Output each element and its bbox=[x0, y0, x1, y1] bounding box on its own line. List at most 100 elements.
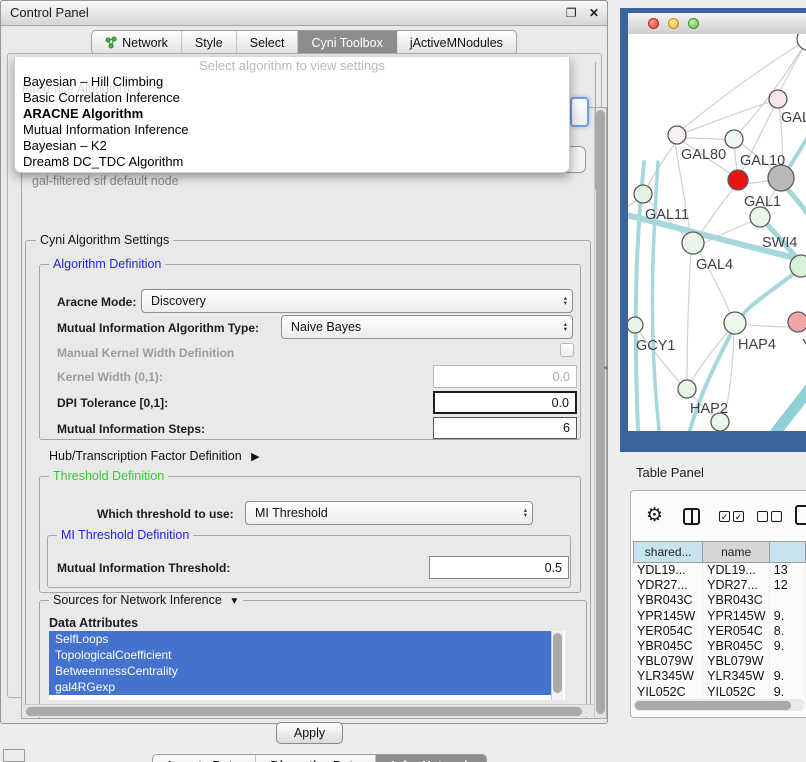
column-header-shared[interactable]: shared... bbox=[633, 541, 703, 563]
table-cell: 13 bbox=[770, 563, 806, 578]
cyni-settings-title: Cyni Algorithm Settings bbox=[36, 233, 173, 247]
network-node-gal11[interactable] bbox=[634, 185, 652, 203]
table-cell bbox=[770, 654, 806, 669]
mi-threshold-input[interactable] bbox=[429, 556, 569, 579]
tab-discretize-data[interactable]: Discretize Data bbox=[256, 755, 377, 762]
stepper-icon: ▴▾ bbox=[564, 322, 567, 332]
table-row[interactable]: YBR045CYBR045C9. bbox=[633, 639, 806, 654]
algorithm-option-dream8-dc-tdc-algorithm[interactable]: Dream8 DC_TDC Algorithm bbox=[15, 154, 569, 170]
split-pane-collapse-icon[interactable]: ◂ bbox=[603, 362, 608, 373]
attribute-item-selfloops[interactable]: SelfLoops bbox=[49, 631, 551, 647]
attribute-item-betweennesscentrality[interactable]: BetweennessCentrality bbox=[49, 663, 551, 679]
split-column-icon[interactable] bbox=[683, 508, 700, 525]
deselect-all-checks-icon[interactable] bbox=[757, 511, 782, 522]
network-icon bbox=[105, 36, 117, 49]
data-attributes-list[interactable]: SelfLoopsTopologicalCoefficientBetweenne… bbox=[49, 631, 565, 700]
table-cell bbox=[770, 593, 806, 608]
dpi-tolerance-input[interactable] bbox=[433, 391, 577, 414]
network-node-swi4[interactable] bbox=[750, 207, 770, 227]
zoom-traffic-light-icon[interactable] bbox=[688, 18, 699, 29]
tab-cyni-toolbox[interactable]: Cyni Toolbox bbox=[298, 31, 396, 54]
network-node-gal4[interactable] bbox=[682, 232, 704, 254]
close-traffic-light-icon[interactable] bbox=[648, 18, 659, 29]
table-row[interactable]: YIL052CYIL052C9. bbox=[633, 685, 806, 700]
algorithm-option-bayesian-k2[interactable]: Bayesian – K2 bbox=[15, 138, 569, 154]
apply-button[interactable]: Apply bbox=[276, 722, 343, 744]
table-cell: YDR27... bbox=[703, 578, 770, 593]
column-header-col2[interactable] bbox=[770, 541, 806, 563]
corner-widget-icon[interactable] bbox=[3, 749, 25, 762]
group-border-fragment bbox=[595, 62, 596, 190]
table-horizontal-scrollbar[interactable] bbox=[633, 699, 805, 711]
table-cell: YER054C bbox=[633, 624, 703, 639]
table-mode-icon[interactable] bbox=[795, 505, 806, 525]
aracne-mode-label: Aracne Mode: bbox=[57, 295, 136, 309]
tab-network[interactable]: Network bbox=[92, 31, 182, 54]
network-node[interactable] bbox=[797, 34, 806, 50]
aracne-mode-select[interactable]: Discovery ▴▾ bbox=[141, 289, 573, 313]
network-canvas[interactable]: GALGAL80GAL10GAL1GAL11SWI4GAL4GCY1HAP4YH… bbox=[628, 34, 806, 431]
mi-type-select[interactable]: Naive Bayes ▴▾ bbox=[281, 315, 573, 339]
algorithm-option-aracne-algorithm[interactable]: ARACNE Algorithm bbox=[15, 106, 569, 122]
algorithm-option-mutual-information-inference[interactable]: Mutual Information Inference bbox=[15, 122, 569, 138]
network-node-y[interactable] bbox=[788, 312, 806, 332]
mi-steps-input[interactable] bbox=[433, 417, 577, 439]
network-node-gcy1[interactable] bbox=[628, 317, 643, 333]
settings-vertical-scrollbar[interactable] bbox=[594, 108, 606, 718]
network-window-titlebar[interactable] bbox=[628, 13, 806, 35]
table-cell: 9. bbox=[770, 609, 806, 624]
table-cell: YDL19... bbox=[703, 563, 770, 578]
network-node-gal1[interactable] bbox=[728, 170, 748, 190]
network-node-gal80[interactable] bbox=[668, 126, 686, 144]
settings-horizontal-scrollbar[interactable] bbox=[23, 704, 594, 717]
minimize-traffic-light-icon[interactable] bbox=[668, 18, 679, 29]
kernel-width-input[interactable] bbox=[433, 365, 577, 388]
tab-label: Cyni Toolbox bbox=[311, 36, 382, 50]
tab-select[interactable]: Select bbox=[237, 31, 299, 54]
select-all-checks-icon[interactable]: ✓✓ bbox=[719, 511, 744, 522]
table-row[interactable]: YLR345WYLR345W9. bbox=[633, 669, 806, 684]
table-row[interactable]: YBL079WYBL079W bbox=[633, 654, 806, 669]
close-icon[interactable]: ✕ bbox=[589, 6, 599, 20]
tab-label: Network bbox=[122, 36, 168, 50]
network-node[interactable] bbox=[790, 255, 806, 277]
stepper-icon: ▴▾ bbox=[564, 296, 567, 306]
hub-definition-toggle[interactable]: Hub/Transcription Factor Definition ▶ bbox=[49, 449, 260, 463]
network-node-hap2[interactable] bbox=[678, 380, 696, 398]
table-row[interactable]: YDR27...YDR27...12 bbox=[633, 578, 806, 593]
tab-style[interactable]: Style bbox=[182, 31, 237, 54]
network-node-hap4[interactable] bbox=[724, 312, 746, 334]
gear-icon[interactable]: ⚙ bbox=[646, 504, 663, 527]
sources-title[interactable]: Sources for Network Inference ▼ bbox=[49, 593, 243, 607]
algorithm-option-basic-correlation-inference[interactable]: Basic Correlation Inference bbox=[15, 90, 569, 106]
threshold-definition-title: Threshold Definition bbox=[49, 469, 168, 483]
algorithm-option-bayesian-hill-climbing[interactable]: Bayesian – Hill Climbing bbox=[15, 74, 569, 90]
network-edge bbox=[646, 142, 676, 189]
attribute-item-gal4rgexp[interactable]: gal4RGexp bbox=[49, 679, 551, 695]
float-icon[interactable]: ❐ bbox=[566, 6, 577, 20]
table-cell: YBR045C bbox=[703, 639, 770, 654]
table-row[interactable]: YPR145WYPR145W9. bbox=[633, 609, 806, 624]
control-panel-titlebar: Control Panel ❐ ✕ bbox=[1, 1, 607, 26]
network-node-gal[interactable] bbox=[769, 90, 787, 108]
table-row[interactable]: YBR043CYBR043C bbox=[633, 593, 806, 608]
tab-jactivemnodules[interactable]: jActiveMNodules bbox=[397, 31, 516, 54]
tab-infer-network[interactable]: Infer Network bbox=[376, 755, 486, 762]
table-cell: YDR27... bbox=[633, 578, 703, 593]
table-row[interactable]: YDL19...YDL19...13 bbox=[633, 563, 806, 578]
data-attributes-label: Data Attributes bbox=[49, 616, 138, 630]
network-edge bbox=[681, 138, 730, 140]
table-row[interactable]: YER054CYER054C8. bbox=[633, 624, 806, 639]
column-header-name[interactable]: name bbox=[703, 541, 770, 563]
node-label-gal11: GAL11 bbox=[645, 207, 689, 223]
node-label-swi4: SWI4 bbox=[762, 235, 797, 251]
tab-impute-data[interactable]: Impute Data bbox=[153, 755, 256, 762]
manual-kernel-checkbox[interactable] bbox=[560, 343, 574, 357]
network-node-gal10[interactable] bbox=[725, 130, 743, 148]
mi-threshold-title: MI Threshold Definition bbox=[57, 528, 193, 542]
which-threshold-select[interactable]: MI Threshold ▴▾ bbox=[245, 501, 533, 525]
attribute-item-topologicalcoefficient[interactable]: TopologicalCoefficient bbox=[49, 647, 551, 663]
network-edge bbox=[687, 250, 691, 383]
mi-threshold-label: Mutual Information Threshold: bbox=[57, 561, 230, 575]
attribute-list-scrollbar[interactable] bbox=[551, 631, 563, 700]
